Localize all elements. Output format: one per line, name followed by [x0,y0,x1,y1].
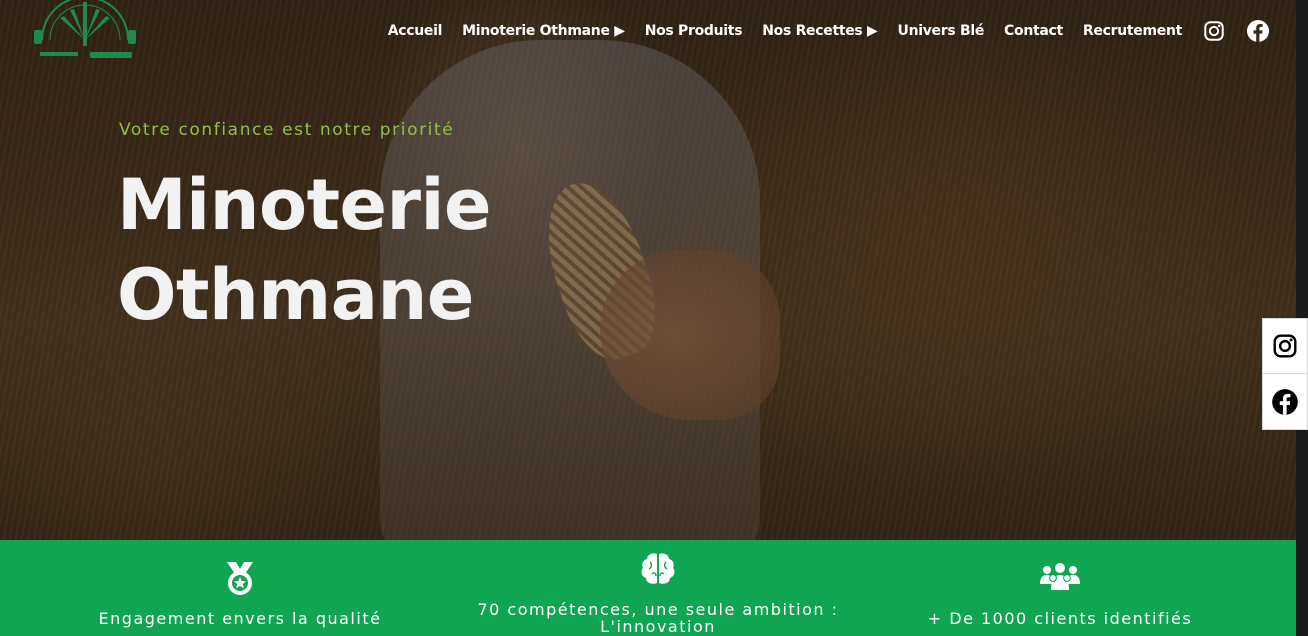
brain-icon [640,552,676,590]
users-icon [1039,562,1081,596]
hero-title: Minoterie Othmane [117,160,637,340]
main-nav: Accueil Minoterie Othmane ▶ Nos Produits… [368,18,1270,44]
feature-innovation: 70 compétences, une seule ambition : L'i… [438,540,878,636]
nav-item-minoterie-othmane[interactable]: Minoterie Othmane ▶ [462,23,625,39]
nav-item-nos-recettes[interactable]: Nos Recettes ▶ [762,23,878,39]
feature-clients-text: + De 1000 clients identifiés [927,609,1193,628]
instagram-icon[interactable] [1202,19,1226,43]
hero-tagline: Votre confiance est notre priorité [119,120,455,140]
feature-quality: Engagement envers la qualité [60,540,420,636]
nav-item-contact[interactable]: Contact [1004,23,1063,39]
nav-item-univers-ble[interactable]: Univers Blé [898,23,985,39]
feature-innovation-text: 70 compétences, une seule ambition : L'i… [438,601,878,635]
nav-item-recrutement[interactable]: Recrutement [1083,23,1182,39]
feature-clients: + De 1000 clients identifiés [880,540,1240,636]
feature-innovation-line-2: L'innovation [600,617,716,636]
medal-icon [223,560,257,600]
nav-item-nos-produits[interactable]: Nos Produits [645,23,743,39]
nav-item-accueil[interactable]: Accueil [388,23,443,39]
features-band: Engagement envers la qualité 70 compéten… [0,540,1296,636]
feature-quality-text: Engagement envers la qualité [98,609,382,628]
facebook-icon[interactable] [1262,374,1308,430]
hero-title-line-1: Minoterie [117,164,492,246]
floating-social-bar [1262,318,1308,430]
site-logo[interactable] [30,0,140,66]
instagram-icon[interactable] [1262,318,1308,374]
hero-title-line-2: Othmane [117,254,474,336]
facebook-icon[interactable] [1246,19,1270,43]
